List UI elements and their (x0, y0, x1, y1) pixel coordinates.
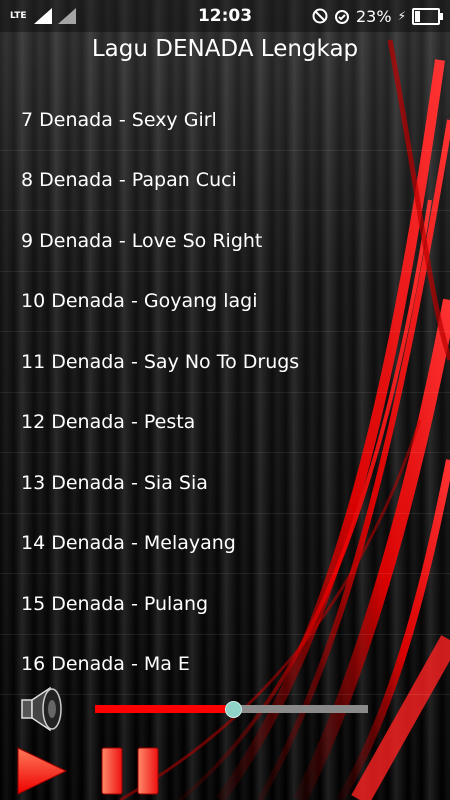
page-title: Lagu DENADA Lengkap (91, 36, 359, 62)
charging-icon: ⚡ (397, 9, 406, 23)
pause-icon (101, 747, 159, 795)
song-list-item[interactable]: 7 Denada - Sexy Girl (0, 90, 450, 151)
song-list-item[interactable]: 9 Denada - Love So Right (0, 211, 450, 272)
status-bar: LTE 12:03 23% ⚡ (0, 0, 450, 32)
do-not-disturb-icon (312, 8, 328, 24)
song-list-item[interactable]: 11 Denada - Say No To Drugs (0, 332, 450, 393)
alarm-icon (335, 10, 349, 24)
signal-icon (33, 8, 52, 24)
clock: 12:03 (197, 6, 253, 26)
signal-icon (57, 8, 76, 24)
play-icon (17, 747, 68, 795)
speaker-icon[interactable] (18, 686, 68, 732)
network-type-label: LTE (10, 10, 27, 21)
battery-percent: 23% (356, 6, 392, 26)
song-list-item[interactable]: 12 Denada - Pesta (0, 393, 450, 453)
seek-progress (95, 705, 232, 713)
player-controls (0, 680, 450, 800)
song-list-item[interactable]: 14 Denada - Melayang (0, 514, 450, 574)
song-list-item[interactable]: 8 Denada - Papan Cuci (0, 151, 450, 211)
seek-bar[interactable] (95, 701, 368, 718)
song-list-item[interactable]: 15 Denada - Pulang (0, 574, 450, 635)
song-list-item[interactable]: 13 Denada - Sia Sia (0, 453, 450, 514)
seek-thumb[interactable] (224, 701, 242, 718)
song-list: 7 Denada - Sexy Girl 8 Denada - Papan Cuc… (0, 90, 450, 695)
song-list-item[interactable]: 10 Denada - Goyang lagi (0, 272, 450, 332)
battery-icon (412, 7, 443, 25)
play-button[interactable] (16, 746, 68, 796)
pause-button[interactable] (100, 746, 160, 796)
